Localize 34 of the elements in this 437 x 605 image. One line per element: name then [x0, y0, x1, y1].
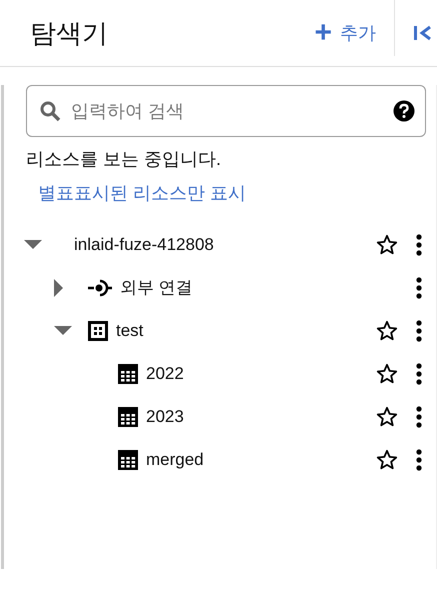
dataset-icon	[88, 320, 108, 340]
tree-item-label[interactable]: 2023	[146, 406, 376, 426]
star-icon[interactable]	[376, 406, 398, 428]
tree-item-label[interactable]: 외부 연결	[120, 276, 376, 299]
search-input[interactable]: 입력하여 검색	[69, 100, 385, 122]
expand-caret-icon[interactable]	[54, 278, 64, 296]
more-options-icon[interactable]	[416, 320, 422, 342]
star-icon[interactable]	[376, 234, 398, 256]
collapse-caret-icon[interactable]	[24, 240, 42, 250]
search-field[interactable]: 입력하여 검색	[26, 85, 426, 137]
star-icon[interactable]	[376, 320, 398, 342]
tree-item-label[interactable]: inlaid-fuze-412808	[58, 234, 376, 254]
tree-item-label[interactable]: merged	[146, 450, 376, 470]
collapse-caret-icon[interactable]	[54, 326, 72, 336]
table-icon	[118, 406, 138, 426]
more-options-icon[interactable]	[416, 362, 422, 384]
more-options-icon[interactable]	[416, 406, 422, 428]
tree-item-label[interactable]: 2022	[146, 364, 376, 384]
connection-icon	[88, 278, 112, 296]
star-icon[interactable]	[376, 362, 398, 384]
starred-filter-link[interactable]: 별표표시된 리소스만 표시	[38, 181, 246, 205]
status-text: 리소스를 보는 중입니다.	[26, 148, 222, 171]
search-icon	[39, 100, 61, 122]
collapse-panel-icon[interactable]	[413, 24, 433, 42]
add-button[interactable]: + 추가	[306, 14, 384, 52]
more-options-icon[interactable]	[416, 448, 422, 470]
table-icon	[118, 364, 138, 384]
help-icon[interactable]	[393, 100, 415, 122]
tree-item-label[interactable]: test	[116, 320, 376, 340]
panel-title: 탐색기	[29, 16, 109, 50]
star-icon[interactable]	[376, 448, 398, 470]
table-icon	[118, 450, 138, 470]
more-options-icon[interactable]	[416, 234, 422, 256]
more-options-icon[interactable]	[416, 276, 422, 298]
